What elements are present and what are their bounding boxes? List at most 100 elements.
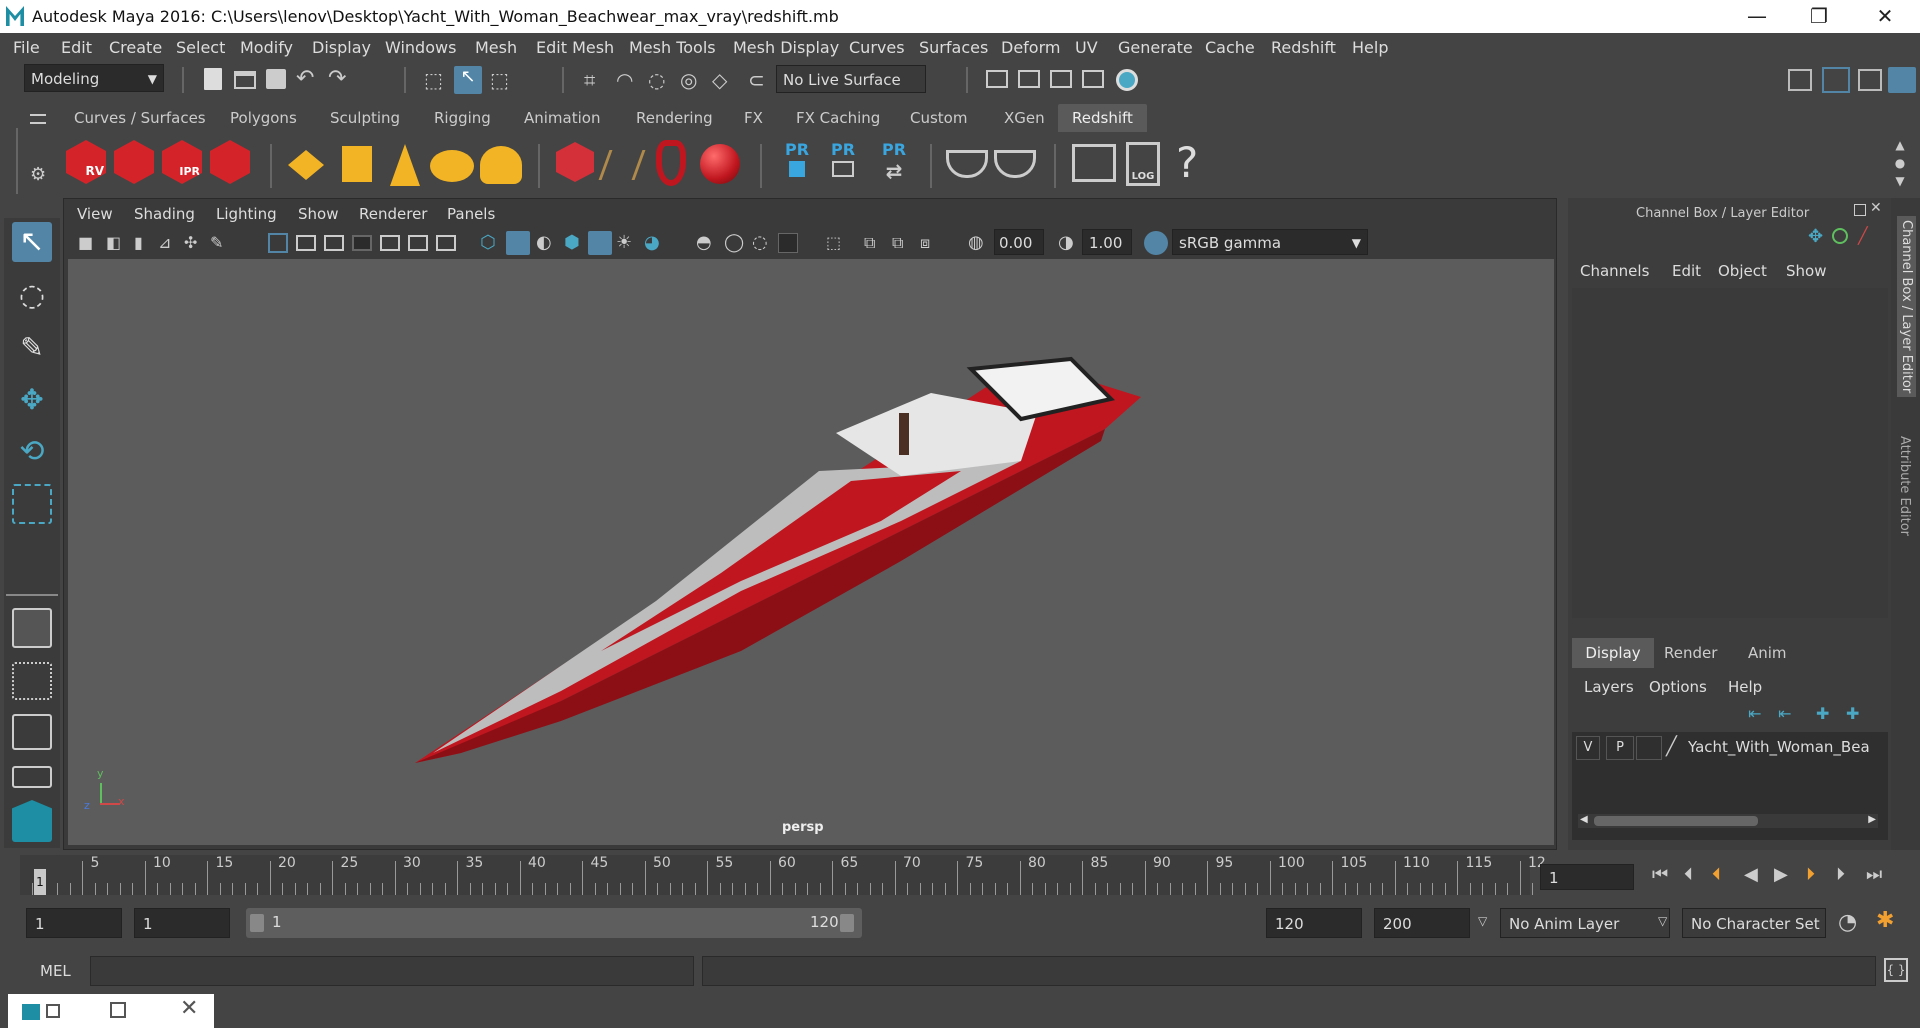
preferences-icon[interactable]: ✱	[1876, 908, 1894, 933]
viewport-menu-view[interactable]: View	[77, 205, 113, 223]
channel-box-toggle-icon[interactable]	[1822, 67, 1850, 93]
menu-curves[interactable]: Curves	[849, 38, 905, 57]
speed-icon[interactable]	[1832, 228, 1848, 244]
backface-icon[interactable]: ⧈	[920, 233, 930, 253]
menu-modify[interactable]: Modify	[240, 38, 293, 57]
isolate-select-icon[interactable]: ⬚	[826, 233, 841, 252]
workspace-icon[interactable]	[1788, 69, 1812, 91]
depth-of-field-icon[interactable]: ◌	[752, 232, 768, 253]
mel-label[interactable]: MEL	[40, 962, 71, 980]
snap-view-icon[interactable]: ◎	[680, 68, 697, 92]
anim-end-field[interactable]: 200	[1374, 908, 1470, 938]
tab-curves-surfaces[interactable]: Curves / Surfaces	[68, 104, 212, 132]
menu-edit-mesh[interactable]: Edit Mesh	[536, 38, 614, 57]
layer-move-down-icon[interactable]: ⇤	[1778, 704, 1791, 723]
menu-mesh-display[interactable]: Mesh Display	[733, 38, 839, 57]
layer-row[interactable]: V P ╱ Yacht_With_Woman_Bea	[1576, 736, 1884, 760]
xray-active-icon[interactable]: ⧉	[892, 233, 903, 253]
motion-blur-icon[interactable]: ◓	[696, 232, 712, 253]
close-icon[interactable]: ✕	[180, 996, 198, 1021]
snap-surface-icon[interactable]: ◇	[712, 68, 727, 92]
render-clapper-icon[interactable]	[114, 140, 154, 184]
playback-start-field[interactable]: 1	[134, 908, 230, 938]
help-icon[interactable]: ?	[1176, 138, 1198, 187]
xray-joints-icon[interactable]: ⧉	[864, 233, 875, 253]
rs-area-light-icon[interactable]	[340, 144, 374, 184]
field-chart-icon[interactable]	[380, 235, 400, 251]
log-icon[interactable]: LOG	[1126, 142, 1160, 186]
tab-animation[interactable]: Animation	[518, 104, 606, 132]
image-plane-icon[interactable]: ⊿	[158, 233, 171, 252]
pr-icon-2[interactable]: PR	[826, 140, 860, 186]
rs-curve-icon[interactable]	[656, 140, 686, 186]
layer-color-swatch-icon[interactable]: ╱	[1666, 736, 1677, 757]
tab-fx-caching[interactable]: FX Caching	[790, 104, 886, 132]
gate-mask-icon[interactable]	[352, 235, 372, 251]
lasso-tool-icon[interactable]: ◌	[12, 276, 52, 316]
channel-list[interactable]	[1572, 288, 1888, 618]
render-view-icon[interactable]	[986, 70, 1008, 88]
hypershade-icon[interactable]	[1116, 69, 1138, 91]
four-pane-layout-icon[interactable]	[12, 662, 52, 700]
mel-input[interactable]	[90, 956, 694, 986]
character-set-dropdown[interactable]: No Character Set	[1682, 908, 1826, 938]
script-editor-icon[interactable]: { }	[1884, 958, 1908, 982]
render-frame-icon[interactable]	[1018, 70, 1040, 88]
side-tab-channel-box[interactable]: Channel Box / Layer Editor	[1897, 216, 1916, 398]
antialiasing-icon[interactable]: ◯	[724, 232, 744, 253]
render-settings-icon[interactable]	[210, 140, 250, 184]
layer-name[interactable]: Yacht_With_Woman_Bea	[1688, 738, 1870, 756]
rs-sphere-icon[interactable]	[700, 144, 740, 184]
menu-generate[interactable]: Generate	[1118, 38, 1193, 57]
play-backward-icon[interactable]: ◀	[1744, 864, 1758, 885]
rs-light-icon[interactable]	[288, 150, 324, 180]
time-slider[interactable]: 5 10 15 20 25 30 35 40 45 50 55 60 65 70 75 80 85 90 95 100…	[20, 855, 1546, 895]
menu-windows[interactable]: Windows	[385, 38, 456, 57]
wireframe-on-shaded-icon[interactable]: ◐	[536, 232, 552, 253]
menu-surfaces[interactable]: Surfaces	[919, 38, 988, 57]
outliner-layout-icon[interactable]	[12, 766, 52, 788]
restore-icon[interactable]	[46, 1004, 60, 1018]
snap-curve-icon[interactable]: ◠	[616, 68, 633, 92]
rs-proxy-icon[interactable]	[556, 142, 594, 182]
color-management-icon[interactable]	[1144, 231, 1168, 255]
range-slider[interactable]: 1 120	[246, 908, 862, 938]
layer-menu-help[interactable]: Help	[1728, 678, 1762, 696]
pr-icon-3[interactable]: PR ⇄	[876, 140, 912, 186]
step-back-key-icon[interactable]: ⏴	[1712, 864, 1721, 885]
render-view-rv-icon[interactable]: RV	[66, 140, 106, 184]
layer-hscrollbar[interactable]: ◀ ▶	[1578, 814, 1878, 828]
screen-space-ao-icon[interactable]: ◕	[644, 232, 660, 253]
menu-uv[interactable]: UV	[1075, 38, 1098, 57]
grid-icon[interactable]	[268, 233, 288, 253]
current-frame-field[interactable]: 1	[1540, 864, 1634, 890]
select-component-icon[interactable]: ⬚	[490, 68, 509, 92]
tab-fx[interactable]: FX	[738, 104, 769, 132]
single-pane-layout-icon[interactable]	[12, 608, 52, 648]
tab-redshift[interactable]: Redshift	[1058, 104, 1147, 132]
tab-xgen[interactable]: XGen	[998, 104, 1051, 132]
cb-menu-edit[interactable]: Edit	[1672, 262, 1701, 280]
safe-action-icon[interactable]	[408, 235, 428, 251]
snap-grid-icon[interactable]: ⌗	[584, 68, 595, 92]
tab-rendering[interactable]: Rendering	[630, 104, 719, 132]
camera-attributes-icon[interactable]: ◧	[106, 233, 121, 252]
tab-custom[interactable]: Custom	[904, 104, 973, 132]
shadows-icon[interactable]: ☀	[616, 232, 632, 253]
select-hierarchy-icon[interactable]: ⬚	[424, 68, 443, 92]
select-object-icon[interactable]: ↖	[454, 66, 482, 94]
manipulator-icon[interactable]: ✥	[1808, 226, 1823, 247]
rotate-tool-icon[interactable]: ⟲	[12, 432, 52, 472]
bake-icon-2[interactable]	[994, 150, 1036, 178]
mode-dropdown[interactable]: Modeling ▼	[24, 64, 164, 92]
rs-hair-icon[interactable]	[598, 150, 646, 180]
viewport-menu-renderer[interactable]: Renderer	[359, 205, 427, 223]
tab-polygons[interactable]: Polygons	[224, 104, 303, 132]
layer-menu-layers[interactable]: Layers	[1584, 678, 1634, 696]
use-all-lights-icon[interactable]	[588, 231, 612, 255]
panel-float-icon[interactable]	[1854, 204, 1866, 216]
menu-create[interactable]: Create	[109, 38, 162, 57]
menu-mesh[interactable]: Mesh	[475, 38, 517, 57]
select-tool-icon[interactable]: ↖	[12, 222, 52, 262]
live-surface-field[interactable]: No Live Surface	[776, 65, 926, 93]
